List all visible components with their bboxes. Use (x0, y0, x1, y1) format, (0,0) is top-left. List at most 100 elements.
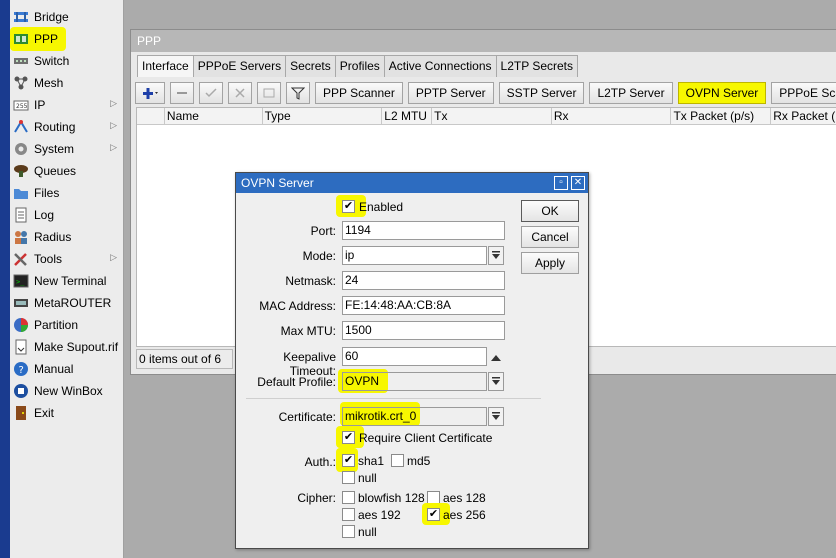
sidebar-item-routing[interactable]: Routing ▷ (10, 116, 123, 138)
sidebar-item-exit[interactable]: Exit (10, 402, 123, 424)
sidebar-item-log[interactable]: Log (10, 204, 123, 226)
sidebar-item-label: Radius (34, 230, 72, 244)
keepalive-input[interactable]: 60 (342, 347, 487, 366)
keepalive-up-icon[interactable] (491, 351, 501, 365)
aes192-checkbox[interactable] (342, 508, 355, 521)
pptp-server-button[interactable]: PPTP Server (407, 82, 494, 104)
sidebar-item-bridge[interactable]: Bridge (10, 6, 123, 28)
cipher-label: Cipher: (297, 491, 336, 505)
profile-label: Default Profile: (257, 375, 336, 389)
system-icon (12, 141, 30, 157)
auth-null-checkbox[interactable] (342, 471, 355, 484)
filter-button[interactable] (286, 82, 310, 104)
svg-text:?: ? (19, 365, 24, 376)
column-rx[interactable]: Rx (552, 108, 672, 124)
ovpn-server-button[interactable]: OVPN Server (677, 82, 767, 104)
cipher-null-label: null (358, 525, 377, 539)
sidebar-item-switch[interactable]: Switch (10, 50, 123, 72)
tab-l2tp-secrets[interactable]: L2TP Secrets (495, 55, 578, 77)
column-l2mtu[interactable]: L2 MTU (382, 108, 433, 124)
submenu-arrow-icon: ▷ (110, 120, 117, 130)
column-tx-packet[interactable]: Tx Packet (p/s) (671, 108, 772, 124)
tab-profiles[interactable]: Profiles (334, 55, 385, 77)
profile-select[interactable]: OVPN (342, 372, 487, 391)
maxmtu-label: Max MTU: (280, 324, 336, 338)
sidebar-item-tools[interactable]: Tools ▷ (10, 248, 123, 270)
ovpn-server-dialog: OVPN Server ▫ ✕ ✔ Enabled Port: 1194 Mod… (235, 172, 589, 549)
partition-icon (12, 317, 30, 333)
add-icon (143, 88, 158, 99)
profile-dropdown-icon[interactable] (488, 372, 504, 391)
sidebar-item-new-winbox[interactable]: New WinBox (10, 380, 123, 402)
sidebar-item-ppp[interactable]: PPP (10, 28, 123, 50)
queues-icon (12, 163, 30, 179)
tools-icon (12, 251, 30, 267)
sidebar-item-queues[interactable]: Queues (10, 160, 123, 182)
ppp-scanner-button[interactable]: PPP Scanner (315, 82, 403, 104)
md5-label: md5 (407, 454, 431, 468)
pppoe-scan-button[interactable]: PPPoE Scan (771, 82, 836, 104)
ok-button[interactable]: OK (521, 200, 579, 222)
keepalive-label: Keepalive Timeout: (283, 350, 336, 378)
column-rx-packet[interactable]: Rx Packet (p/s) (771, 108, 836, 124)
column-flag[interactable] (137, 108, 165, 124)
blowfish128-checkbox[interactable] (342, 491, 355, 504)
blowfish128-label: blowfish 128 (358, 491, 425, 505)
sidebar-item-partition[interactable]: Partition (10, 314, 123, 336)
mode-select[interactable]: ip (342, 246, 487, 265)
mac-input[interactable]: FE:14:48:AA:CB:8A (342, 296, 505, 315)
l2tp-server-button[interactable]: L2TP Server (589, 82, 673, 104)
sidebar-item-radius[interactable]: Radius (10, 226, 123, 248)
mode-dropdown-icon[interactable] (488, 246, 504, 265)
sidebar-item-system[interactable]: System ▷ (10, 138, 123, 160)
sidebar-item-manual[interactable]: ? Manual (10, 358, 123, 380)
sha1-label: sha1 (358, 454, 385, 468)
require-cert-checkbox[interactable]: ✔ (342, 431, 355, 444)
enable-button[interactable] (199, 82, 223, 104)
apply-button[interactable]: Apply (521, 252, 579, 274)
comment-button[interactable] (257, 82, 281, 104)
sidebar-item-new-terminal[interactable]: >_ New Terminal (10, 270, 123, 292)
sidebar-item-metarouter[interactable]: MetaROUTER (10, 292, 123, 314)
sidebar-item-label: Manual (34, 362, 74, 376)
tab-interface[interactable]: Interface (137, 55, 194, 77)
disable-button[interactable] (228, 82, 252, 104)
sidebar-item-files[interactable]: Files (10, 182, 123, 204)
tab-pppoe-servers[interactable]: PPPoE Servers (192, 55, 287, 77)
aes256-checkbox[interactable]: ✔ (427, 508, 440, 521)
netmask-input[interactable]: 24 (342, 271, 505, 290)
port-input[interactable]: 1194 (342, 221, 505, 240)
column-type[interactable]: Type (263, 108, 383, 124)
remove-button[interactable] (170, 82, 194, 104)
aes128-label: aes 128 (443, 491, 486, 505)
port-label: Port: (310, 224, 336, 238)
sidebar-item-label: Files (34, 186, 60, 200)
radius-icon (12, 229, 30, 245)
close-icon[interactable]: ✕ (571, 176, 585, 190)
enabled-checkbox[interactable]: ✔ (342, 200, 355, 213)
bridge-icon (12, 9, 30, 25)
sidebar-item-label: MetaROUTER (34, 296, 112, 310)
sidebar-item-make-supout[interactable]: Make Supout.rif (10, 336, 123, 358)
cancel-button[interactable]: Cancel (521, 226, 579, 248)
comment-icon (263, 88, 275, 98)
sha1-checkbox[interactable]: ✔ (342, 454, 355, 467)
maxmtu-input[interactable]: 1500 (342, 321, 505, 340)
sidebar-item-mesh[interactable]: Mesh (10, 72, 123, 94)
add-button[interactable] (135, 82, 165, 104)
column-name[interactable]: Name (165, 108, 263, 124)
sidebar-item-label: Tools (34, 252, 63, 266)
winbox-icon (12, 383, 30, 399)
certificate-select[interactable]: mikrotik.crt_0 (342, 407, 487, 426)
exit-icon (12, 405, 30, 421)
tab-secrets[interactable]: Secrets (285, 55, 336, 77)
minimize-icon[interactable]: ▫ (554, 176, 568, 190)
sstp-server-button[interactable]: SSTP Server (498, 82, 585, 104)
table-header: Name Type L2 MTU Tx Rx Tx Packet (p/s) R… (137, 108, 836, 125)
cipher-null-checkbox[interactable] (342, 525, 355, 538)
tab-active-connections[interactable]: Active Connections (383, 55, 497, 77)
sidebar-item-ip[interactable]: 255 IP ▷ (10, 94, 123, 116)
md5-checkbox[interactable] (391, 454, 404, 467)
column-tx[interactable]: Tx (432, 108, 552, 124)
certificate-dropdown-icon[interactable] (488, 407, 504, 426)
